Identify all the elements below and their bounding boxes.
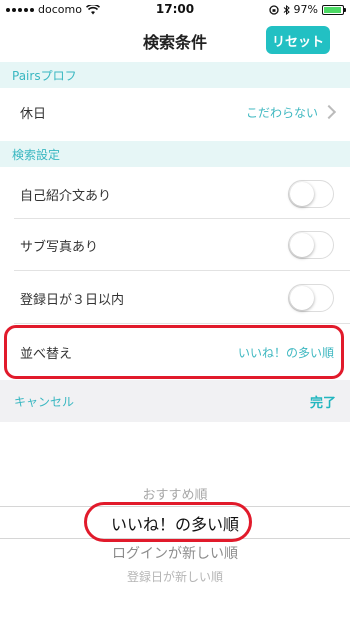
picker-selection-line bbox=[0, 506, 350, 507]
picker-selection-line bbox=[0, 538, 350, 539]
status-right: 97% bbox=[268, 3, 346, 16]
toggle-sub-photo[interactable] bbox=[288, 231, 334, 259]
picker-option[interactable]: ログインが新しい順 bbox=[0, 543, 350, 563]
done-button[interactable]: 完了 bbox=[310, 392, 336, 411]
row-sort-order[interactable]: 並べ替え いいね！の多い順 bbox=[0, 330, 350, 374]
divider bbox=[14, 323, 350, 324]
row-value: いいね！の多い順 bbox=[237, 345, 334, 360]
row-label: 自己紹介文あり bbox=[20, 188, 112, 204]
battery-icon bbox=[322, 4, 346, 15]
toggle-knob bbox=[290, 233, 314, 257]
divider bbox=[14, 270, 350, 271]
row-label: 休日 bbox=[20, 106, 47, 122]
row-sub-photo: サブ写真あり bbox=[0, 223, 350, 267]
section-header-profile: Pairsプロフ bbox=[0, 62, 350, 88]
sort-picker[interactable]: おすすめ順 いいね！の多い順 ログインが新しい順 登録日が新しい順 bbox=[0, 422, 350, 623]
toggle-knob bbox=[290, 286, 314, 310]
picker-option-selected[interactable]: いいね！の多い順 bbox=[0, 511, 350, 535]
lock-rotation-icon bbox=[268, 4, 279, 15]
divider bbox=[14, 218, 350, 219]
toggle-knob bbox=[290, 182, 314, 206]
battery-percent: 97% bbox=[293, 3, 318, 16]
section-header-search: 検索設定 bbox=[0, 141, 350, 167]
picker-toolbar: キャンセル 完了 bbox=[0, 380, 350, 422]
toggle-self-intro[interactable] bbox=[288, 180, 334, 208]
reset-button[interactable]: リセット bbox=[266, 26, 330, 54]
toggle-registered-recent[interactable] bbox=[288, 284, 334, 312]
page-title: 検索条件 bbox=[142, 33, 207, 52]
row-label: 登録日が３日以内 bbox=[20, 292, 125, 308]
bluetooth-icon bbox=[283, 4, 290, 15]
picker-option[interactable]: 登録日が新しい順 bbox=[0, 568, 350, 585]
cancel-button[interactable]: キャンセル bbox=[14, 393, 74, 410]
nav-bar: 検索条件 リセット bbox=[0, 20, 350, 62]
row-holiday[interactable]: 休日 こだわらない bbox=[0, 90, 350, 134]
row-label: 並べ替え bbox=[20, 346, 73, 362]
status-bar: docomo 17:00 97% bbox=[0, 0, 350, 20]
chevron-right-icon bbox=[321, 104, 337, 120]
row-value: こだわらない bbox=[245, 105, 318, 120]
row-registered-recent: 登録日が３日以内 bbox=[0, 276, 350, 320]
picker-option[interactable]: おすすめ順 bbox=[0, 484, 350, 503]
row-label: サブ写真あり bbox=[20, 239, 99, 255]
row-self-intro: 自己紹介文あり bbox=[0, 172, 350, 216]
battery-level bbox=[324, 6, 342, 13]
